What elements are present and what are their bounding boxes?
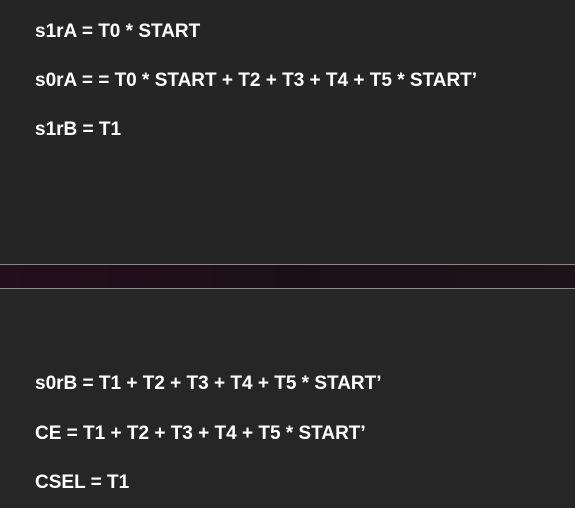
equation-s1rb: s1rB = T1: [35, 119, 122, 140]
equation-ce: CE = T1 + T2 + T3 + T4 + T5 * START’: [35, 423, 366, 444]
slide-divider: [0, 264, 575, 289]
equation-s0rb: s0rB = T1 + T2 + T3 + T4 + T5 * START’: [35, 373, 382, 394]
equation-s0ra: s0rA = = T0 * START + T2 + T3 + T4 + T5 …: [35, 70, 478, 91]
equation-csel: CSEL = T1: [35, 472, 130, 493]
equation-s1ra: s1rA = T0 * START: [35, 21, 201, 42]
divider-top-border: [0, 264, 575, 265]
